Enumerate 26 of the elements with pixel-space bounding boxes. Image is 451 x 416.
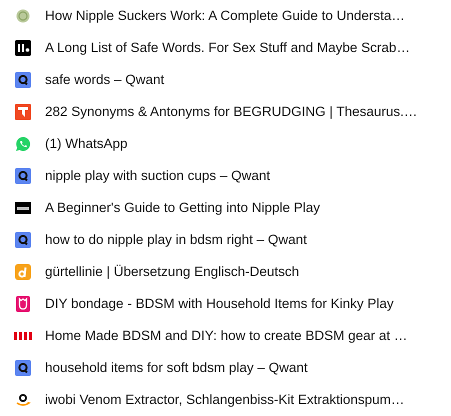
history-entry[interactable]: A Long List of Safe Words. For Sex Stuff and Maybe Scrab… <box>45 38 410 58</box>
history-entry[interactable]: gürtellinie | Übersetzung Englisch-Deutsch <box>45 262 300 282</box>
chat-bubble-icon <box>14 136 30 152</box>
search-icon <box>14 168 30 184</box>
t-logo-icon <box>14 104 30 120</box>
history-entry[interactable]: safe words – Qwant <box>45 70 164 90</box>
history-entry[interactable]: DIY bondage - BDSM with Household Items for Kinky Play <box>45 294 394 314</box>
history-entry[interactable]: A Beginner's Guide to Getting into Nipple Play <box>45 198 320 218</box>
history-entry[interactable]: household items for soft bdsm play – Qwant <box>45 358 308 378</box>
smile-arrow-icon <box>14 392 30 408</box>
history-entry[interactable]: how to do nipple play in bdsm right – Qwant <box>45 230 307 250</box>
bars-logo-icon <box>14 332 32 340</box>
history-entry[interactable]: (1) WhatsApp <box>45 134 128 154</box>
history-entry[interactable]: How Nipple Suckers Work: A Complete Guide to Understa… <box>45 6 405 26</box>
d-logo-icon <box>14 264 30 280</box>
history-entry[interactable]: Home Made BDSM and DIY: how to create BDSM gear at … <box>45 326 408 346</box>
banner-icon <box>14 202 30 214</box>
search-icon <box>14 232 30 248</box>
history-entry[interactable]: nipple play with suction cups – Qwant <box>45 166 270 186</box>
site-logo-icon <box>14 40 30 56</box>
shield-icon <box>16 296 30 312</box>
history-entry[interactable]: 282 Synonyms & Antonyms for BEGRUDGING | Thesaurus.… <box>45 102 418 122</box>
search-icon <box>14 360 30 376</box>
search-icon <box>14 72 30 88</box>
history-entry[interactable]: iwobi Venom Extractor, Schlangenbiss-Kit Extraktionspum… <box>45 390 404 410</box>
ball-icon <box>16 9 30 23</box>
